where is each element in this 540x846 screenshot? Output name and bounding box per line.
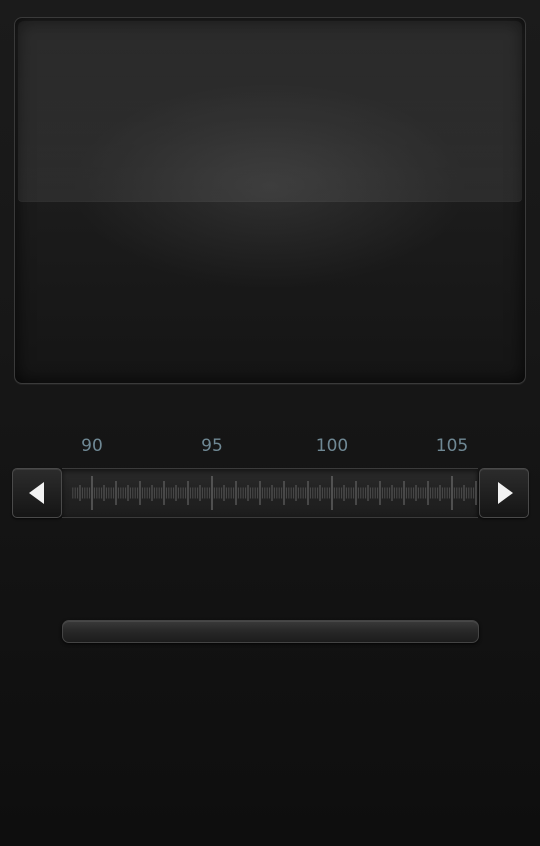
- tune-up-button[interactable]: [479, 468, 529, 518]
- frequency-scale-labels: 90 95 100 105: [0, 436, 540, 460]
- scale-label-105: 105: [435, 436, 469, 456]
- triangle-right-icon: [498, 482, 513, 504]
- station-display-panel: [14, 17, 526, 384]
- scale-label-90: 90: [81, 436, 103, 456]
- display-glare: [18, 21, 522, 202]
- seek-bar[interactable]: [62, 620, 479, 643]
- triangle-left-icon: [28, 482, 44, 504]
- tune-down-button[interactable]: [12, 468, 62, 518]
- scale-label-100: 100: [315, 436, 349, 456]
- radio-screen: 90 95 100 105: [0, 0, 540, 846]
- frequency-dial-ticks: [72, 476, 477, 510]
- frequency-dial[interactable]: [62, 468, 478, 518]
- scale-label-95: 95: [201, 436, 223, 456]
